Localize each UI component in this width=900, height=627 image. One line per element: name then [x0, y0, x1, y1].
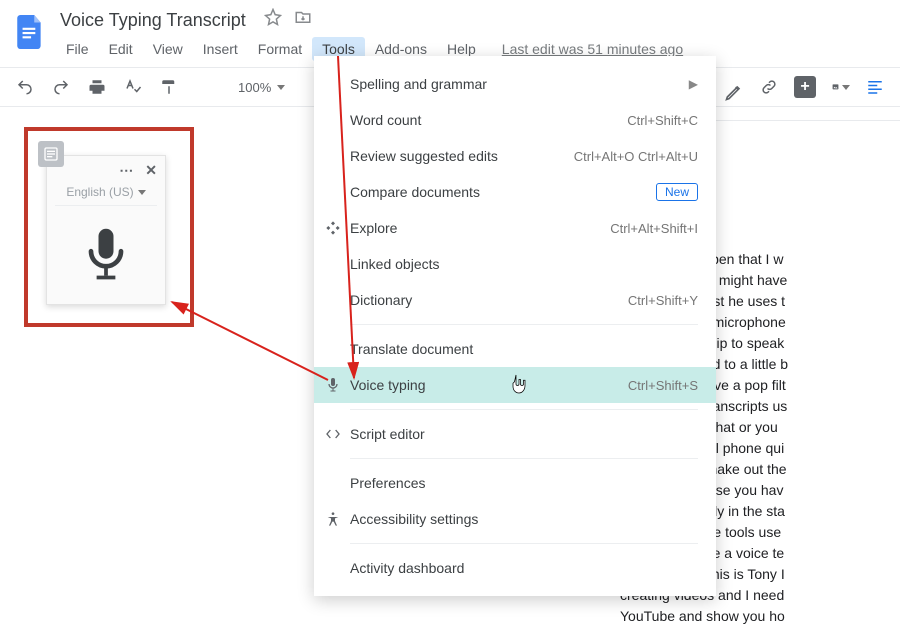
spellcheck-icon[interactable] — [124, 78, 142, 96]
menu-insert[interactable]: Insert — [193, 37, 248, 61]
menu-item-spelling[interactable]: Spelling and grammar ▶ — [314, 66, 716, 102]
new-badge: New — [656, 183, 698, 201]
editing-mode-icon[interactable] — [724, 82, 744, 105]
menu-item-dictionary[interactable]: Dictionary Ctrl+Shift+Y — [314, 282, 716, 318]
link-icon[interactable] — [760, 78, 778, 96]
add-comment-icon[interactable]: + — [794, 76, 816, 98]
voice-typing-badge-icon — [38, 141, 64, 167]
move-icon[interactable] — [294, 8, 312, 29]
voice-language-label: English (US) — [66, 185, 133, 199]
chevron-down-icon — [138, 190, 146, 195]
voice-typing-highlight-box: ⋯ ✕ English (US) — [24, 127, 194, 327]
menu-item-accessibility[interactable]: Accessibility settings — [314, 501, 716, 537]
menu-file[interactable]: File — [56, 37, 99, 61]
script-icon — [324, 425, 342, 443]
menu-item-script-editor[interactable]: Script editor — [314, 416, 716, 452]
undo-icon[interactable] — [16, 78, 34, 96]
menu-item-linked[interactable]: Linked objects — [314, 246, 716, 282]
star-icon[interactable] — [264, 8, 282, 29]
print-icon[interactable] — [88, 78, 106, 96]
chevron-down-icon — [277, 85, 285, 90]
menu-item-voice-typing[interactable]: Voice typing Ctrl+Shift+S — [314, 367, 716, 403]
accessibility-icon — [324, 510, 342, 528]
menu-item-translate[interactable]: Translate document — [314, 331, 716, 367]
menu-separator — [350, 409, 698, 410]
menu-separator — [350, 324, 698, 325]
menu-edit[interactable]: Edit — [99, 37, 143, 61]
redo-icon[interactable] — [52, 78, 70, 96]
voice-typing-panel[interactable]: ⋯ ✕ English (US) — [46, 155, 166, 305]
last-edit-link[interactable]: Last edit was 51 minutes ago — [502, 41, 683, 57]
voice-panel-more-icon[interactable]: ⋯ — [119, 162, 135, 179]
voice-mic-button[interactable] — [71, 220, 141, 290]
menu-separator — [350, 458, 698, 459]
menu-item-preferences[interactable]: Preferences — [314, 465, 716, 501]
google-docs-icon[interactable] — [12, 8, 48, 56]
menu-item-explore[interactable]: Explore Ctrl+Alt+Shift+I — [314, 210, 716, 246]
microphone-icon — [324, 376, 342, 394]
zoom-value: 100% — [238, 80, 271, 95]
explore-icon — [324, 219, 342, 237]
align-left-icon[interactable] — [866, 78, 884, 96]
menu-item-compare[interactable]: Compare documents New — [314, 174, 716, 210]
voice-panel-close-icon[interactable]: ✕ — [145, 162, 157, 179]
microphone-icon — [81, 225, 131, 285]
zoom-select[interactable]: 100% — [238, 80, 285, 95]
menu-item-activity[interactable]: Activity dashboard — [314, 550, 716, 586]
voice-language-select[interactable]: English (US) — [55, 185, 157, 206]
tools-menu-dropdown: Spelling and grammar ▶ Word count Ctrl+S… — [314, 56, 716, 596]
menu-item-review[interactable]: Review suggested edits Ctrl+Alt+O Ctrl+A… — [314, 138, 716, 174]
menu-view[interactable]: View — [143, 37, 193, 61]
paint-format-icon[interactable] — [160, 78, 178, 96]
submenu-arrow-icon: ▶ — [689, 77, 698, 91]
document-title[interactable]: Voice Typing Transcript — [56, 8, 250, 33]
cursor-pointer-icon — [510, 373, 528, 395]
menu-item-wordcount[interactable]: Word count Ctrl+Shift+C — [314, 102, 716, 138]
menu-separator — [350, 543, 698, 544]
insert-image-icon[interactable] — [832, 78, 850, 96]
menu-format[interactable]: Format — [248, 37, 312, 61]
